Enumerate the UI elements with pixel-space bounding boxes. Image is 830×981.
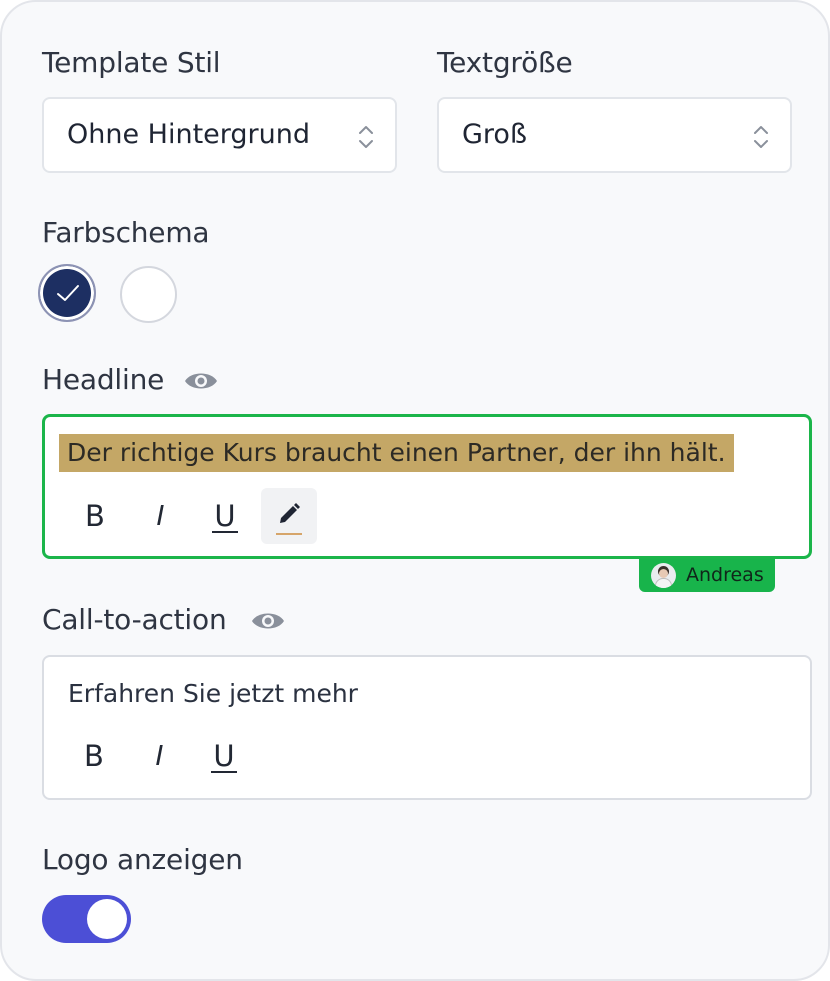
italic-button[interactable]: I — [131, 728, 187, 784]
logo-label: Logo anzeigen — [42, 843, 243, 876]
headline-text[interactable]: Der richtige Kurs braucht einen Partner,… — [59, 434, 734, 472]
toggle-knob — [87, 899, 127, 939]
underline-label: U — [212, 499, 238, 533]
cta-text[interactable]: Erfahren Sie jetzt mehr — [68, 679, 358, 708]
headline-editor[interactable]: Der richtige Kurs braucht einen Partner,… — [42, 414, 812, 559]
collaborator-name: Andreas — [686, 564, 764, 586]
template-style-select[interactable]: Ohne Hintergrund — [42, 97, 397, 173]
color-indicator-bar — [276, 533, 302, 535]
bold-button[interactable]: B — [66, 728, 122, 784]
cta-label: Call-to-action — [42, 603, 227, 636]
underline-label: U — [211, 739, 237, 773]
collaborator-badge: Andreas — [639, 559, 775, 592]
underline-button[interactable]: U — [197, 488, 253, 544]
logo-toggle[interactable] — [42, 895, 131, 943]
color-swatch-white[interactable] — [120, 266, 177, 323]
text-size-select[interactable]: Groß — [437, 97, 792, 173]
pencil-icon — [280, 503, 300, 523]
template-style-value: Ohne Hintergrund — [67, 119, 311, 150]
italic-button[interactable]: I — [132, 488, 188, 544]
settings-panel: Template Stil Ohne Hintergrund Textgröße… — [0, 0, 830, 981]
avatar — [651, 563, 676, 588]
bold-button[interactable]: B — [67, 488, 123, 544]
headline-label: Headline — [42, 363, 165, 396]
text-size-value: Groß — [462, 119, 527, 150]
check-icon — [57, 285, 79, 301]
chevron-up-down-icon — [359, 126, 373, 148]
underline-button[interactable]: U — [196, 728, 252, 784]
text-color-button[interactable] — [261, 488, 317, 544]
template-style-label: Template Stil — [42, 46, 221, 79]
color-swatch-navy[interactable] — [38, 264, 96, 322]
eye-icon[interactable] — [251, 610, 285, 632]
text-size-label: Textgröße — [437, 46, 573, 79]
chevron-up-down-icon — [754, 126, 768, 148]
eye-icon[interactable] — [184, 370, 218, 392]
cta-editor[interactable]: Erfahren Sie jetzt mehr B I U — [42, 655, 812, 800]
color-scheme-label: Farbschema — [42, 216, 210, 249]
